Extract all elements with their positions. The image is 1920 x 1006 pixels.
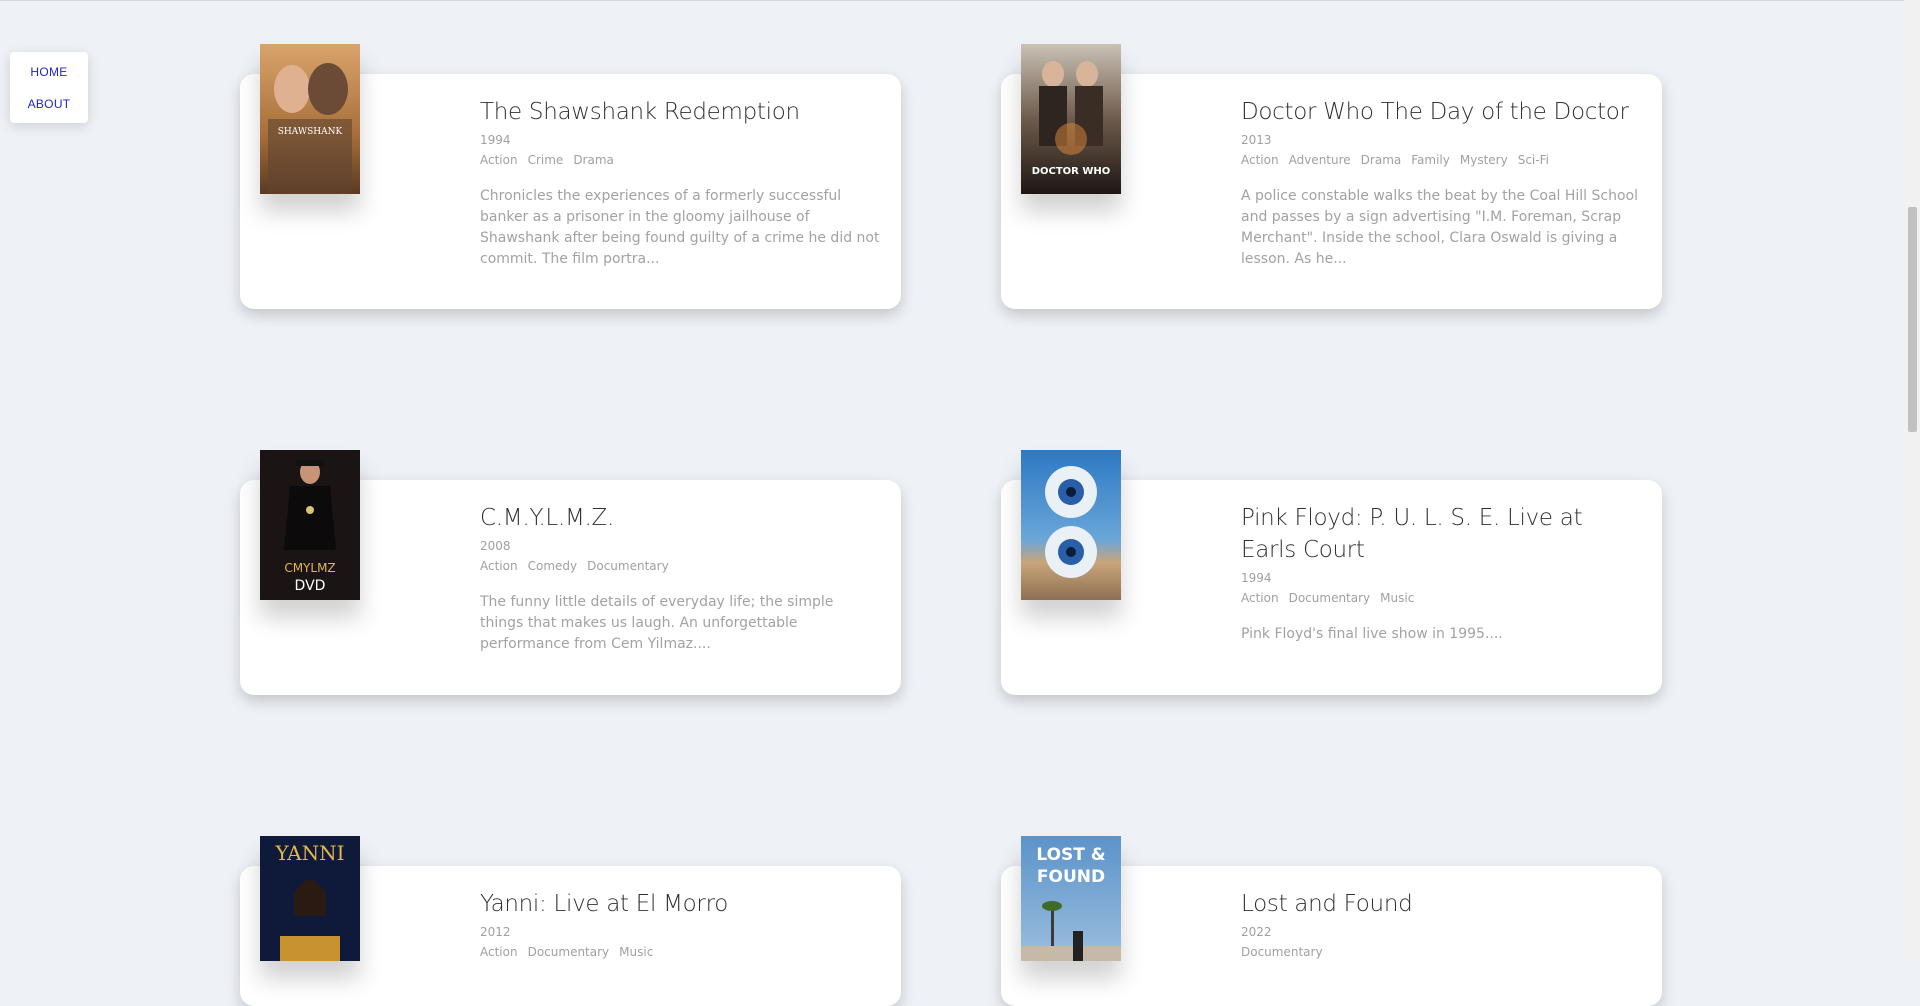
movie-info: Yanni: Live at El Morro 2012 Action Docu… xyxy=(480,888,880,962)
svg-text:YANNI: YANNI xyxy=(275,841,345,865)
movie-year: 2012 xyxy=(480,925,511,939)
movie-poster[interactable]: DOCTOR WHO xyxy=(1021,44,1121,194)
genre-tag: Action xyxy=(480,559,518,573)
movie-year: 1994 xyxy=(480,133,511,147)
movie-info: Doctor Who The Day of the Doctor 2013 Ac… xyxy=(1241,96,1641,270)
genre-tag: Documentary xyxy=(587,559,669,573)
svg-text:SHAWSHANK: SHAWSHANK xyxy=(278,127,343,137)
page-scrollbar[interactable] xyxy=(1904,0,1920,961)
genre-tag: Documentary xyxy=(1241,945,1323,959)
movie-poster[interactable]: LOST & FOUND xyxy=(1021,836,1121,961)
genre-tag: Action xyxy=(1241,153,1279,167)
movie-title[interactable]: The Shawshank Redemption xyxy=(480,96,880,128)
movie-description: Chronicles the experiences of a formerly… xyxy=(480,188,880,267)
movie-description: Pink Floyd's final live show in 1995.... xyxy=(1241,626,1503,642)
movie-description: A police constable walks the beat by the… xyxy=(1241,188,1639,267)
movie-genres: Action Comedy Documentary xyxy=(480,556,880,576)
movie-genres: Action Documentary Music xyxy=(1241,588,1641,608)
movie-poster[interactable] xyxy=(1021,450,1121,600)
movie-year: 2013 xyxy=(1241,133,1272,147)
genre-tag: Documentary xyxy=(527,945,610,959)
movie-poster[interactable]: SHAWSHANK xyxy=(260,44,360,194)
movie-genres: Action Adventure Drama Family Mystery Sc… xyxy=(1241,150,1641,170)
movie-info: The Shawshank Redemption 1994 Action Cri… xyxy=(480,96,880,270)
nav-home-link[interactable]: HOME xyxy=(30,65,67,79)
movie-title[interactable]: Doctor Who The Day of the Doctor xyxy=(1241,96,1641,128)
nav-about-link[interactable]: ABOUT xyxy=(28,97,71,111)
genre-tag: Crime xyxy=(527,153,564,167)
genre-tag: Adventure xyxy=(1288,153,1351,167)
movie-genres: Documentary xyxy=(1241,942,1641,962)
genre-tag: Music xyxy=(619,945,654,959)
top-divider xyxy=(0,0,1920,1)
genre-tag: Family xyxy=(1411,153,1450,167)
genre-tag: Action xyxy=(1241,591,1279,605)
movie-year: 1994 xyxy=(1241,571,1272,585)
genre-tag: Music xyxy=(1380,591,1415,605)
movie-year: 2022 xyxy=(1241,925,1272,939)
movie-year: 2008 xyxy=(480,539,511,553)
genre-tag: Drama xyxy=(1360,153,1402,167)
movie-info: Lost and Found 2022 Documentary xyxy=(1241,888,1641,962)
movie-info: Pink Floyd: P. U. L. S. E. Live at Earls… xyxy=(1241,502,1641,645)
genre-tag: Mystery xyxy=(1459,153,1508,167)
movie-description: The funny little details of everyday lif… xyxy=(480,594,834,652)
svg-text:DVD: DVD xyxy=(295,578,326,594)
movie-title[interactable]: Pink Floyd: P. U. L. S. E. Live at Earls… xyxy=(1241,502,1641,566)
movie-genres: Action Documentary Music xyxy=(480,942,880,962)
genre-tag: Action xyxy=(480,153,518,167)
svg-text:DOCTOR WHO: DOCTOR WHO xyxy=(1032,166,1111,177)
side-nav: HOME ABOUT xyxy=(10,52,88,123)
genre-tag: Documentary xyxy=(1288,591,1371,605)
genre-tag: Drama xyxy=(573,153,614,167)
svg-text:FOUND: FOUND xyxy=(1037,867,1105,887)
scrollbar-thumb[interactable] xyxy=(1908,207,1917,432)
movie-genres: Action Crime Drama xyxy=(480,150,880,170)
movie-title[interactable]: Yanni: Live at El Morro xyxy=(480,888,880,920)
movie-title[interactable]: C.M.Y.L.M.Z. xyxy=(480,502,880,534)
svg-text:LOST &: LOST & xyxy=(1036,845,1105,865)
genre-tag: Sci-Fi xyxy=(1517,153,1549,167)
movie-poster[interactable]: YANNI xyxy=(260,836,360,961)
movie-info: C.M.Y.L.M.Z. 2008 Action Comedy Document… xyxy=(480,502,880,655)
movie-poster[interactable]: CMYLMZ DVD xyxy=(260,450,360,600)
svg-text:CMYLMZ: CMYLMZ xyxy=(284,561,335,575)
genre-tag: Action xyxy=(480,945,518,959)
movie-title[interactable]: Lost and Found xyxy=(1241,888,1641,920)
genre-tag: Comedy xyxy=(527,559,578,573)
